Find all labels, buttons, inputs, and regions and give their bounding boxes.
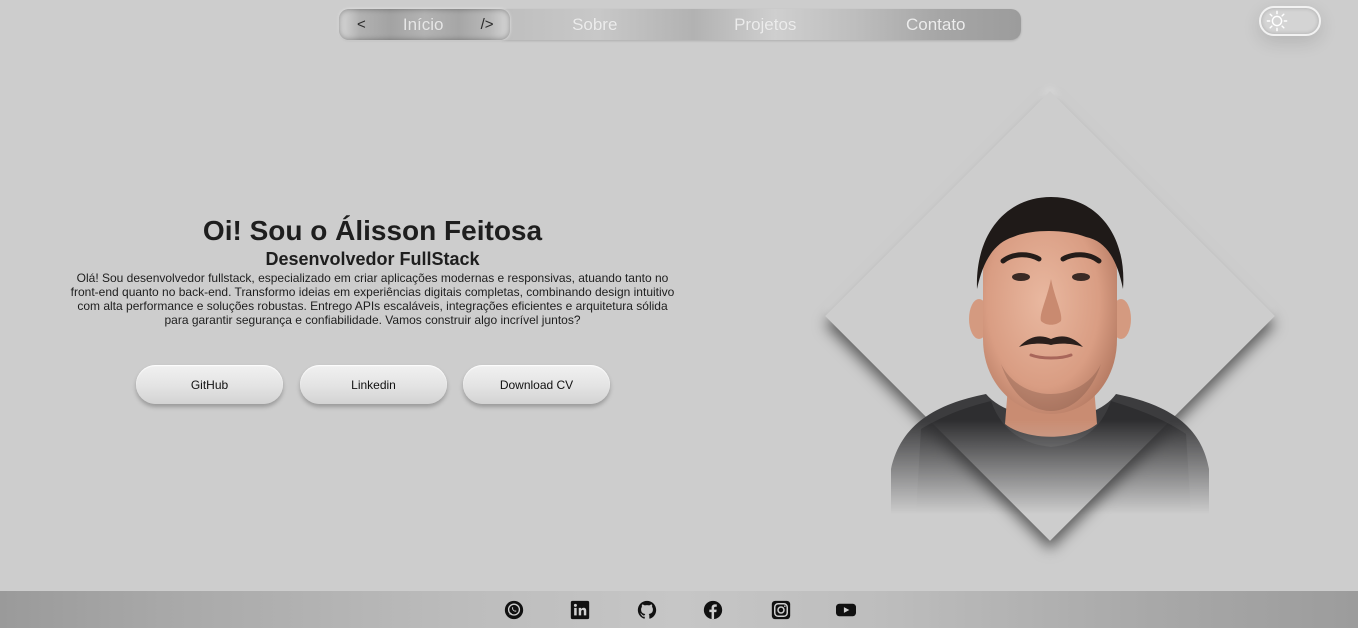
nav-item-projetos[interactable]: Projetos [680,9,851,40]
hero-section: Oi! Sou o Álisson Feitosa Desenvolvedor … [60,212,685,327]
nav-item-inicio[interactable]: < Início /> [339,9,510,40]
youtube-icon[interactable] [835,599,857,621]
github-icon[interactable] [636,599,658,621]
profile-photo [891,197,1209,514]
hero-description: Olá! Sou desenvolvedor fullstack, especi… [70,271,675,327]
whatsapp-icon[interactable] [503,599,525,621]
instagram-icon[interactable] [770,599,792,621]
nav-item-label: Projetos [734,14,797,34]
theme-toggle[interactable] [1259,6,1321,36]
nav-bracket-close: /> [480,16,494,33]
linkedin-icon[interactable] [569,599,591,621]
nav-item-contato[interactable]: Contato [851,9,1022,40]
download-cv-button[interactable]: Download CV [463,365,610,404]
nav-item-label: Contato [905,14,966,34]
facebook-icon[interactable] [702,599,724,621]
github-button[interactable]: GitHub [136,365,283,404]
linkedin-button[interactable]: Linkedin [300,365,447,404]
footer [0,591,1358,628]
main-nav: < Início /> Sobre Projetos Contato [339,9,1021,40]
nav-item-sobre[interactable]: Sobre [510,9,681,40]
portrait-frame [825,91,1275,541]
nav-item-label: Início [402,14,444,34]
hero-subtitle: Desenvolvedor FullStack [265,249,480,269]
nav-bracket-open: < [357,16,366,33]
sun-icon [1265,10,1289,32]
hero-title: Oi! Sou o Álisson Feitosa [202,215,543,246]
nav-item-label: Sobre [572,14,618,34]
